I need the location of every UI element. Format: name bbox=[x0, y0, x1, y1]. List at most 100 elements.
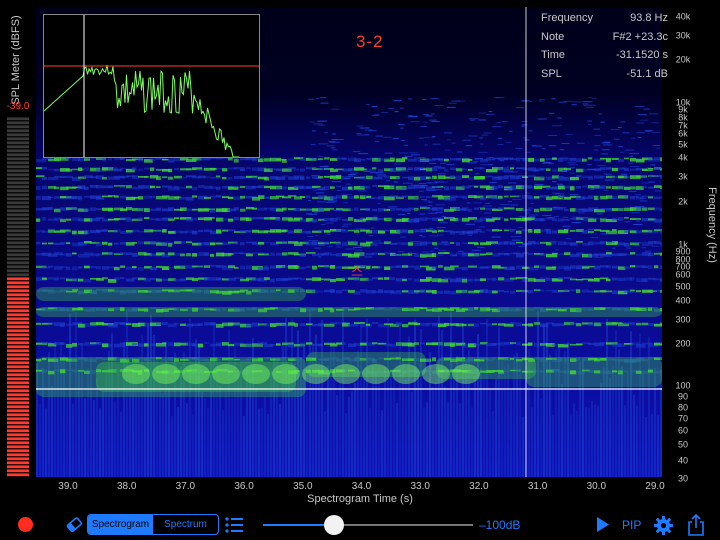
bottom-toolbar: Spectrogram Spectrum –100dB PIP bbox=[0, 510, 720, 540]
frequency-tick-label: 500 bbox=[675, 281, 691, 292]
spl-meter-segment bbox=[7, 197, 29, 201]
tab-spectrum[interactable]: Spectrum bbox=[153, 515, 218, 534]
frequency-tick-label: 5k bbox=[678, 139, 688, 150]
record-button[interactable] bbox=[18, 517, 33, 532]
spl-meter-segment bbox=[7, 385, 29, 389]
pip-button[interactable]: PIP bbox=[622, 518, 641, 532]
frequency-tick-label: 50 bbox=[677, 439, 688, 450]
frequency-tick-label: 90 bbox=[677, 391, 688, 402]
spectrum-inset-plot bbox=[43, 15, 259, 158]
readout-label: SPL bbox=[541, 67, 562, 80]
spl-meter-segment bbox=[7, 425, 29, 429]
frequency-tick-label: 40k bbox=[675, 11, 691, 22]
eraser-icon[interactable] bbox=[64, 515, 84, 535]
gain-slider-thumb[interactable] bbox=[324, 515, 345, 535]
spl-meter-segment bbox=[7, 445, 29, 449]
frequency-tick-label: 70 bbox=[677, 413, 688, 424]
spl-meter-segment bbox=[7, 237, 29, 241]
spl-meter-segment bbox=[7, 133, 29, 137]
spl-meter-segment bbox=[7, 373, 29, 377]
spl-meter-segment bbox=[7, 229, 29, 233]
spl-meter-segment bbox=[7, 461, 29, 465]
spl-meter-segment bbox=[7, 421, 29, 425]
spectrum-inset[interactable] bbox=[43, 14, 260, 158]
spl-meter-segment bbox=[7, 401, 29, 405]
frequency-tick-label: 30k bbox=[675, 30, 691, 41]
play-icon[interactable] bbox=[597, 517, 609, 532]
spl-meter-segment bbox=[7, 213, 29, 217]
spl-meter-segment bbox=[7, 281, 29, 285]
time-tick-label: 31.0 bbox=[527, 481, 548, 492]
spl-meter-segment bbox=[7, 209, 29, 213]
gear-icon[interactable] bbox=[653, 515, 674, 536]
time-axis-title: Spectrogram Time (s) bbox=[307, 493, 413, 505]
gain-slider-track-empty bbox=[334, 524, 473, 526]
gain-slider[interactable] bbox=[263, 515, 473, 535]
spl-meter-segment bbox=[7, 173, 29, 177]
spl-meter-segment bbox=[7, 381, 29, 385]
readout-value: -31.1520 s bbox=[616, 49, 668, 61]
spl-meter-segment bbox=[7, 357, 29, 361]
segment-label: 3-2 bbox=[356, 32, 384, 51]
spl-meter-segment bbox=[7, 437, 29, 441]
readout-label: Note bbox=[541, 30, 565, 43]
spl-meter-segment bbox=[7, 465, 29, 469]
time-tick-label: 36.0 bbox=[234, 481, 254, 492]
spl-meter-segment bbox=[7, 221, 29, 225]
readout-row: Note F#2 +23.3c bbox=[527, 31, 672, 50]
spl-meter-segment bbox=[7, 353, 29, 357]
frequency-tick-label: 600 bbox=[675, 269, 691, 280]
spl-meter-segment bbox=[7, 217, 29, 221]
spl-meter-segment bbox=[7, 257, 29, 261]
readout-row: Frequency 93.8 Hz bbox=[527, 12, 672, 31]
spl-meter-segment bbox=[7, 309, 29, 313]
spl-meter-segment bbox=[7, 241, 29, 245]
readout-label: Frequency bbox=[541, 12, 593, 24]
spectrum-trace bbox=[43, 65, 239, 158]
time-tick-label: 30.0 bbox=[586, 481, 607, 492]
spl-meter-segment bbox=[7, 225, 29, 229]
spl-meter-segment bbox=[7, 141, 29, 145]
spl-meter-segment bbox=[7, 201, 29, 205]
spl-meter-segment bbox=[7, 337, 29, 341]
time-tick-label: 38.0 bbox=[116, 481, 137, 492]
time-tick-label: 35.0 bbox=[293, 481, 313, 492]
share-icon[interactable] bbox=[687, 513, 705, 537]
spl-meter-segment bbox=[7, 169, 29, 173]
spl-meter-segment bbox=[7, 161, 29, 165]
spl-meter-segment bbox=[7, 389, 29, 393]
spl-meter-segment bbox=[7, 409, 29, 413]
spl-meter-segment bbox=[7, 129, 29, 133]
spl-meter-segment bbox=[7, 377, 29, 381]
frequency-tick-label: 3k bbox=[678, 171, 688, 182]
spl-meter-segment bbox=[7, 417, 29, 421]
spl-meter-segment bbox=[7, 345, 29, 349]
frequency-tick-label: 80 bbox=[677, 402, 688, 413]
spl-meter-segment bbox=[7, 321, 29, 325]
spl-meter-segment bbox=[7, 469, 29, 473]
spl-meter-segment bbox=[7, 325, 29, 329]
frequency-axis-title: Frequency (Hz) bbox=[702, 150, 720, 300]
spl-meter-segment bbox=[7, 393, 29, 397]
spl-meter-segment bbox=[7, 293, 29, 297]
tab-spectrogram[interactable]: Spectrogram bbox=[88, 515, 153, 534]
spl-meter-segment bbox=[7, 177, 29, 181]
list-icon[interactable] bbox=[224, 516, 244, 534]
spl-meter-segment bbox=[7, 193, 29, 197]
readout-label: Time bbox=[541, 49, 566, 61]
frequency-axis-label: Frequency (Hz) bbox=[706, 187, 718, 263]
spl-meter-segment bbox=[7, 277, 29, 281]
spl-meter-segment bbox=[7, 301, 29, 305]
frequency-tick-label: 400 bbox=[675, 295, 691, 306]
spl-meter-segment bbox=[7, 181, 29, 185]
spl-meter-segment bbox=[7, 453, 29, 457]
spl-meter-segment bbox=[7, 189, 29, 193]
spl-meter-segment bbox=[7, 125, 29, 129]
spl-meter-segment bbox=[7, 457, 29, 461]
spl-meter-segment bbox=[7, 269, 29, 273]
readout-row: Time -31.1520 s bbox=[527, 49, 672, 68]
spl-meter-segment bbox=[7, 265, 29, 269]
note-marker: 스 bbox=[351, 264, 363, 279]
spl-meter-label: SPL Meter (dBFS) bbox=[2, 15, 30, 104]
spl-meter-value: -39.0 bbox=[6, 101, 30, 112]
